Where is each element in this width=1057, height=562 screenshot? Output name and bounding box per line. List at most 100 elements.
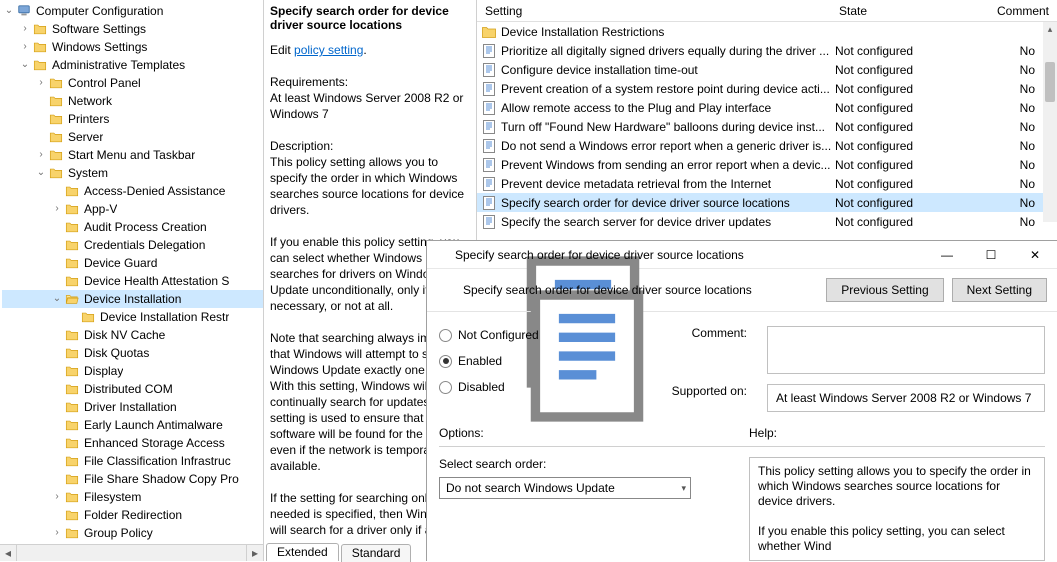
folder-icon: [32, 21, 48, 37]
tree-item[interactable]: Driver Installation: [2, 398, 263, 416]
expand-icon[interactable]: ›: [34, 145, 48, 165]
setting-row[interactable]: Do not send a Windows error report when …: [477, 136, 1057, 155]
tree-item-label: Distributed COM: [84, 380, 173, 398]
tab-standard[interactable]: Standard: [341, 544, 412, 562]
folder-icon: [48, 75, 64, 91]
policy-icon: [481, 81, 497, 97]
tree-item[interactable]: ›Start Menu and Taskbar: [2, 146, 263, 164]
tree-item[interactable]: Network: [2, 92, 263, 110]
tree-item[interactable]: ›Software Settings: [2, 20, 263, 38]
tree-item[interactable]: Credentials Delegation: [2, 236, 263, 254]
tree-item[interactable]: Folder Redirection: [2, 506, 263, 524]
col-comment[interactable]: Comment: [961, 4, 1057, 18]
minimize-button[interactable]: —: [925, 241, 969, 269]
tree-item[interactable]: Device Guard: [2, 254, 263, 272]
comment-textbox[interactable]: [767, 326, 1045, 374]
setting-row[interactable]: Prevent creation of a system restore poi…: [477, 79, 1057, 98]
tree-item[interactable]: File Classification Infrastruc: [2, 452, 263, 470]
tree-item[interactable]: ⌄ Administrative Templates: [2, 56, 263, 74]
tree-item[interactable]: Server: [2, 128, 263, 146]
dialog-titlebar[interactable]: Specify search order for device driver s…: [427, 241, 1057, 269]
setting-row[interactable]: Specify the search server for device dri…: [477, 212, 1057, 231]
folder-icon: [32, 57, 48, 73]
setting-state: Not configured: [835, 215, 965, 229]
setting-row[interactable]: Prioritize all digitally signed drivers …: [477, 41, 1057, 60]
tree-item[interactable]: ›Filesystem: [2, 488, 263, 506]
tree-item-label: File Share Shadow Copy Pro: [84, 470, 239, 488]
setting-row[interactable]: Configure device installation time-outNo…: [477, 60, 1057, 79]
scroll-up-button[interactable]: ▴: [1043, 22, 1057, 36]
edit-policy-link[interactable]: policy setting: [294, 43, 363, 57]
col-state[interactable]: State: [831, 4, 961, 18]
scroll-right-button[interactable]: ▸: [246, 545, 263, 562]
setting-row[interactable]: Device Installation Restrictions: [477, 22, 1057, 41]
collapse-icon[interactable]: ⌄: [2, 1, 16, 21]
tree-item[interactable]: Enhanced Storage Access: [2, 434, 263, 452]
collapse-icon[interactable]: ⌄: [50, 289, 64, 309]
radio-disabled[interactable]: Disabled: [439, 374, 579, 400]
scroll-thumb[interactable]: [1045, 62, 1055, 102]
tree-item-label: Disk NV Cache: [84, 326, 165, 344]
supported-label: Supported on:: [609, 384, 749, 412]
expand-icon[interactable]: ›: [50, 199, 64, 219]
tree-item-label: File Classification Infrastruc: [84, 452, 231, 470]
folder-icon: [64, 381, 80, 397]
setting-name: Specify search order for device driver s…: [501, 196, 835, 210]
expand-icon[interactable]: ›: [34, 73, 48, 93]
expand-icon[interactable]: ›: [18, 19, 32, 39]
help-text: This policy setting allows you to specif…: [749, 457, 1045, 561]
folder-icon: [64, 183, 80, 199]
collapse-icon[interactable]: ⌄: [34, 163, 48, 183]
tree-item[interactable]: Audit Process Creation: [2, 218, 263, 236]
tree-item-label: Enhanced Storage Access: [84, 434, 225, 452]
tree-item[interactable]: Disk Quotas: [2, 344, 263, 362]
radio-enabled[interactable]: Enabled: [439, 348, 579, 374]
scroll-left-button[interactable]: ◂: [0, 545, 17, 562]
previous-setting-button[interactable]: Previous Setting: [826, 278, 943, 302]
tree-item[interactable]: Early Launch Antimalware: [2, 416, 263, 434]
setting-row[interactable]: Specify search order for device driver s…: [477, 193, 1057, 212]
tree-item[interactable]: ›App-V: [2, 200, 263, 218]
tree-item[interactable]: Disk NV Cache: [2, 326, 263, 344]
tree-item[interactable]: Distributed COM: [2, 380, 263, 398]
maximize-button[interactable]: ☐: [969, 241, 1013, 269]
tree-item[interactable]: ⌄Computer Configuration: [2, 2, 263, 20]
dialog-subtitle: Specify search order for device driver s…: [463, 283, 818, 297]
tree-item-label: Credentials Delegation: [84, 236, 205, 254]
setting-row[interactable]: Allow remote access to the Plug and Play…: [477, 98, 1057, 117]
grid-v-scrollbar[interactable]: ▴: [1043, 22, 1057, 222]
setting-row[interactable]: Prevent Windows from sending an error re…: [477, 155, 1057, 174]
expand-icon[interactable]: ›: [18, 37, 32, 57]
options-header: Options:: [439, 426, 749, 440]
tree-item-label: Driver Installation: [84, 398, 177, 416]
tree-item-label: Early Launch Antimalware: [84, 416, 223, 434]
expand-icon[interactable]: ›: [50, 487, 64, 507]
tree-item-label: Administrative Templates: [52, 56, 185, 74]
tree-item[interactable]: Access-Denied Assistance: [2, 182, 263, 200]
setting-row[interactable]: Prevent device metadata retrieval from t…: [477, 174, 1057, 193]
search-order-combobox[interactable]: Do not search Windows Update ▾: [439, 477, 691, 499]
tree-item-label: Access-Denied Assistance: [84, 182, 225, 200]
policy-icon: [481, 176, 497, 192]
policy-editor-dialog: Specify search order for device driver s…: [426, 240, 1057, 561]
tree-item[interactable]: ⌄Device Installation: [2, 290, 263, 308]
folder-icon: [64, 417, 80, 433]
tree-item[interactable]: File Share Shadow Copy Pro: [2, 470, 263, 488]
col-setting[interactable]: Setting: [477, 4, 831, 18]
next-setting-button[interactable]: Next Setting: [952, 278, 1047, 302]
tab-extended[interactable]: Extended: [266, 543, 339, 561]
tree-item[interactable]: Device Health Attestation S: [2, 272, 263, 290]
collapse-icon[interactable]: ⌄: [18, 55, 32, 75]
tree-item[interactable]: Display: [2, 362, 263, 380]
tree-h-scrollbar[interactable]: ◂ ▸: [0, 544, 263, 561]
setting-row[interactable]: Turn off "Found New Hardware" balloons d…: [477, 117, 1057, 136]
tree-item[interactable]: Device Installation Restr: [2, 308, 263, 326]
radio-not-configured[interactable]: Not Configured: [439, 322, 579, 348]
tree-item[interactable]: ›Group Policy: [2, 524, 263, 542]
close-button[interactable]: ✕: [1013, 241, 1057, 269]
tree-item[interactable]: ›Control Panel: [2, 74, 263, 92]
tree-item[interactable]: ›Windows Settings: [2, 38, 263, 56]
tree-item[interactable]: ⌄System: [2, 164, 263, 182]
tree-item[interactable]: Printers: [2, 110, 263, 128]
expand-icon[interactable]: ›: [50, 523, 64, 543]
